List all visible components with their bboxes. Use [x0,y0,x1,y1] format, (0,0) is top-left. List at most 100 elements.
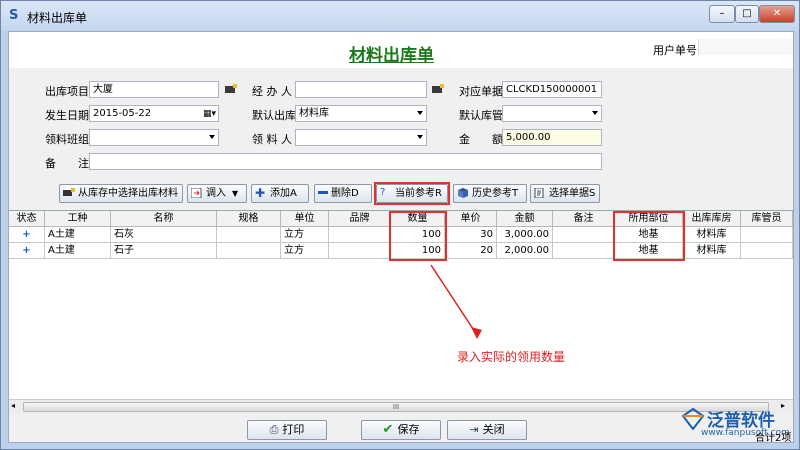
add-row-button[interactable]: ✚ 添加A [251,184,309,203]
history-reference-button[interactable]: 历史参考T [453,184,527,203]
lookup-icon[interactable] [224,84,238,95]
handler-field[interactable] [295,81,427,98]
scroll-left-icon[interactable]: ◂ [11,401,15,410]
table-cell[interactable]: A土建 [45,243,111,259]
remark-label: 备 注 [45,157,89,170]
user-no-field[interactable] [698,39,793,55]
project-value: 大厦 [93,84,113,95]
window: S 材料出库单 – □ ✕ 材料出库单 用户单号 出库项目 大厦 经 办 人 对… [0,0,800,450]
scrollbar-thumb[interactable]: III [23,402,769,412]
import-label: 调入 [206,188,226,199]
row-status-icon[interactable]: + [9,227,45,243]
ref-doc-label: 对应单据 [459,85,503,98]
column-header[interactable]: 库管员 [741,211,793,227]
column-header[interactable]: 出库库房 [683,211,741,227]
save-button[interactable]: ✔ 保存 [361,420,441,440]
calendar-icon[interactable]: ▦▾ [203,107,216,121]
select-document-label: 选择单据S [549,188,596,199]
table-cell[interactable]: 2,000.00 [497,243,553,259]
column-header[interactable]: 工种 [45,211,111,227]
table-cell[interactable] [217,227,281,243]
annotation-text: 录入实际的领用数量 [457,350,566,364]
add-row-label: 添加A [270,188,297,199]
materials-table: 状态 工种 名称 规格 单位 品牌 数量 单价 金额 备注 所用部位 出库库房 … [9,210,793,400]
ref-doc-field[interactable]: CLCKD150000001 [502,81,602,98]
logo-icon [681,408,705,430]
dropdown-arrow-icon [592,111,598,115]
amount-field[interactable]: 5,000.00 [502,129,602,146]
column-header[interactable]: 单价 [445,211,497,227]
qty-highlight-box [389,211,447,261]
date-value: 2015-05-22 [93,108,152,119]
column-header[interactable]: 单位 [281,211,329,227]
date-field[interactable]: 2015-05-22 ▦▾ [89,105,219,122]
print-button[interactable]: ⎙ 打印 [247,420,327,440]
minimize-button[interactable]: – [709,5,735,23]
table-cell[interactable]: 石子 [111,243,217,259]
column-header[interactable]: 名称 [111,211,217,227]
receiver-label: 领 料 人 [252,133,292,146]
document-title: 材料出库单 [349,46,434,66]
select-document-button[interactable]: 选择单据S [530,184,600,203]
column-header[interactable]: 金额 [497,211,553,227]
team-label: 领料班组 [45,133,89,146]
table-cell[interactable] [553,227,615,243]
remark-field[interactable] [89,153,602,170]
import-icon [191,188,202,198]
minus-icon [318,190,328,194]
history-reference-label: 历史参考T [472,188,519,199]
row-status-icon[interactable]: + [9,243,45,259]
table-cell[interactable] [741,227,793,243]
document-header: 材料出库单 用户单号 [9,32,793,68]
table-cell[interactable] [553,243,615,259]
table-cell[interactable] [741,243,793,259]
user-no-label: 用户单号 [653,44,697,57]
default-out-label: 默认出库 [252,109,296,122]
amount-label: 金 额 [459,133,503,146]
receiver-select[interactable] [295,129,427,146]
chevron-down-icon: ▼ [232,189,239,198]
delete-row-label: 删除D [331,188,359,199]
lookup-icon[interactable] [431,84,445,95]
column-header[interactable]: 备注 [553,211,615,227]
table-cell[interactable]: 30 [445,227,497,243]
document-icon [534,188,544,198]
plus-icon: ✚ [255,186,266,200]
window-title: 材料出库单 [27,11,88,25]
handler-label: 经 办 人 [252,85,292,98]
title-bar: S 材料出库单 – □ ✕ [1,1,799,31]
table-cell[interactable] [329,243,391,259]
close-button[interactable]: ⇥ 关闭 [447,420,527,440]
table-cell[interactable]: 材料库 [683,243,741,259]
team-select[interactable] [89,129,219,146]
table-cell[interactable]: 立方 [281,243,329,259]
table-cell[interactable] [217,243,281,259]
default-keeper-select[interactable] [502,105,602,122]
stock-icon [63,188,75,196]
column-header[interactable]: 规格 [217,211,281,227]
book-icon [458,188,468,198]
table-cell[interactable]: 立方 [281,227,329,243]
default-out-select[interactable]: 材料库 [295,105,427,122]
table-cell[interactable]: 20 [445,243,497,259]
annotation-arrow [430,264,482,339]
printer-icon: ⎙ [269,423,279,436]
table-cell[interactable]: 材料库 [683,227,741,243]
project-field[interactable]: 大厦 [89,81,219,98]
column-header[interactable]: 状态 [9,211,45,227]
select-from-stock-button[interactable]: 从库存中选择出库材料 [59,184,183,203]
table-cell[interactable]: A土建 [45,227,111,243]
maximize-button[interactable]: □ [735,5,759,23]
select-from-stock-label: 从库存中选择出库材料 [78,188,178,199]
table-cell[interactable]: 石灰 [111,227,217,243]
delete-row-button[interactable]: 删除D [314,184,372,203]
column-header[interactable]: 品牌 [329,211,391,227]
table-cell[interactable] [329,227,391,243]
import-button[interactable]: 调入 ▼ [187,184,247,203]
horizontal-scrollbar[interactable]: ◂ III ▸ [9,399,793,413]
table-cell[interactable]: 3,000.00 [497,227,553,243]
close-window-button[interactable]: ✕ [759,5,795,23]
project-label: 出库项目 [45,85,89,98]
print-label: 打印 [282,423,305,436]
save-label: 保存 [397,423,420,436]
